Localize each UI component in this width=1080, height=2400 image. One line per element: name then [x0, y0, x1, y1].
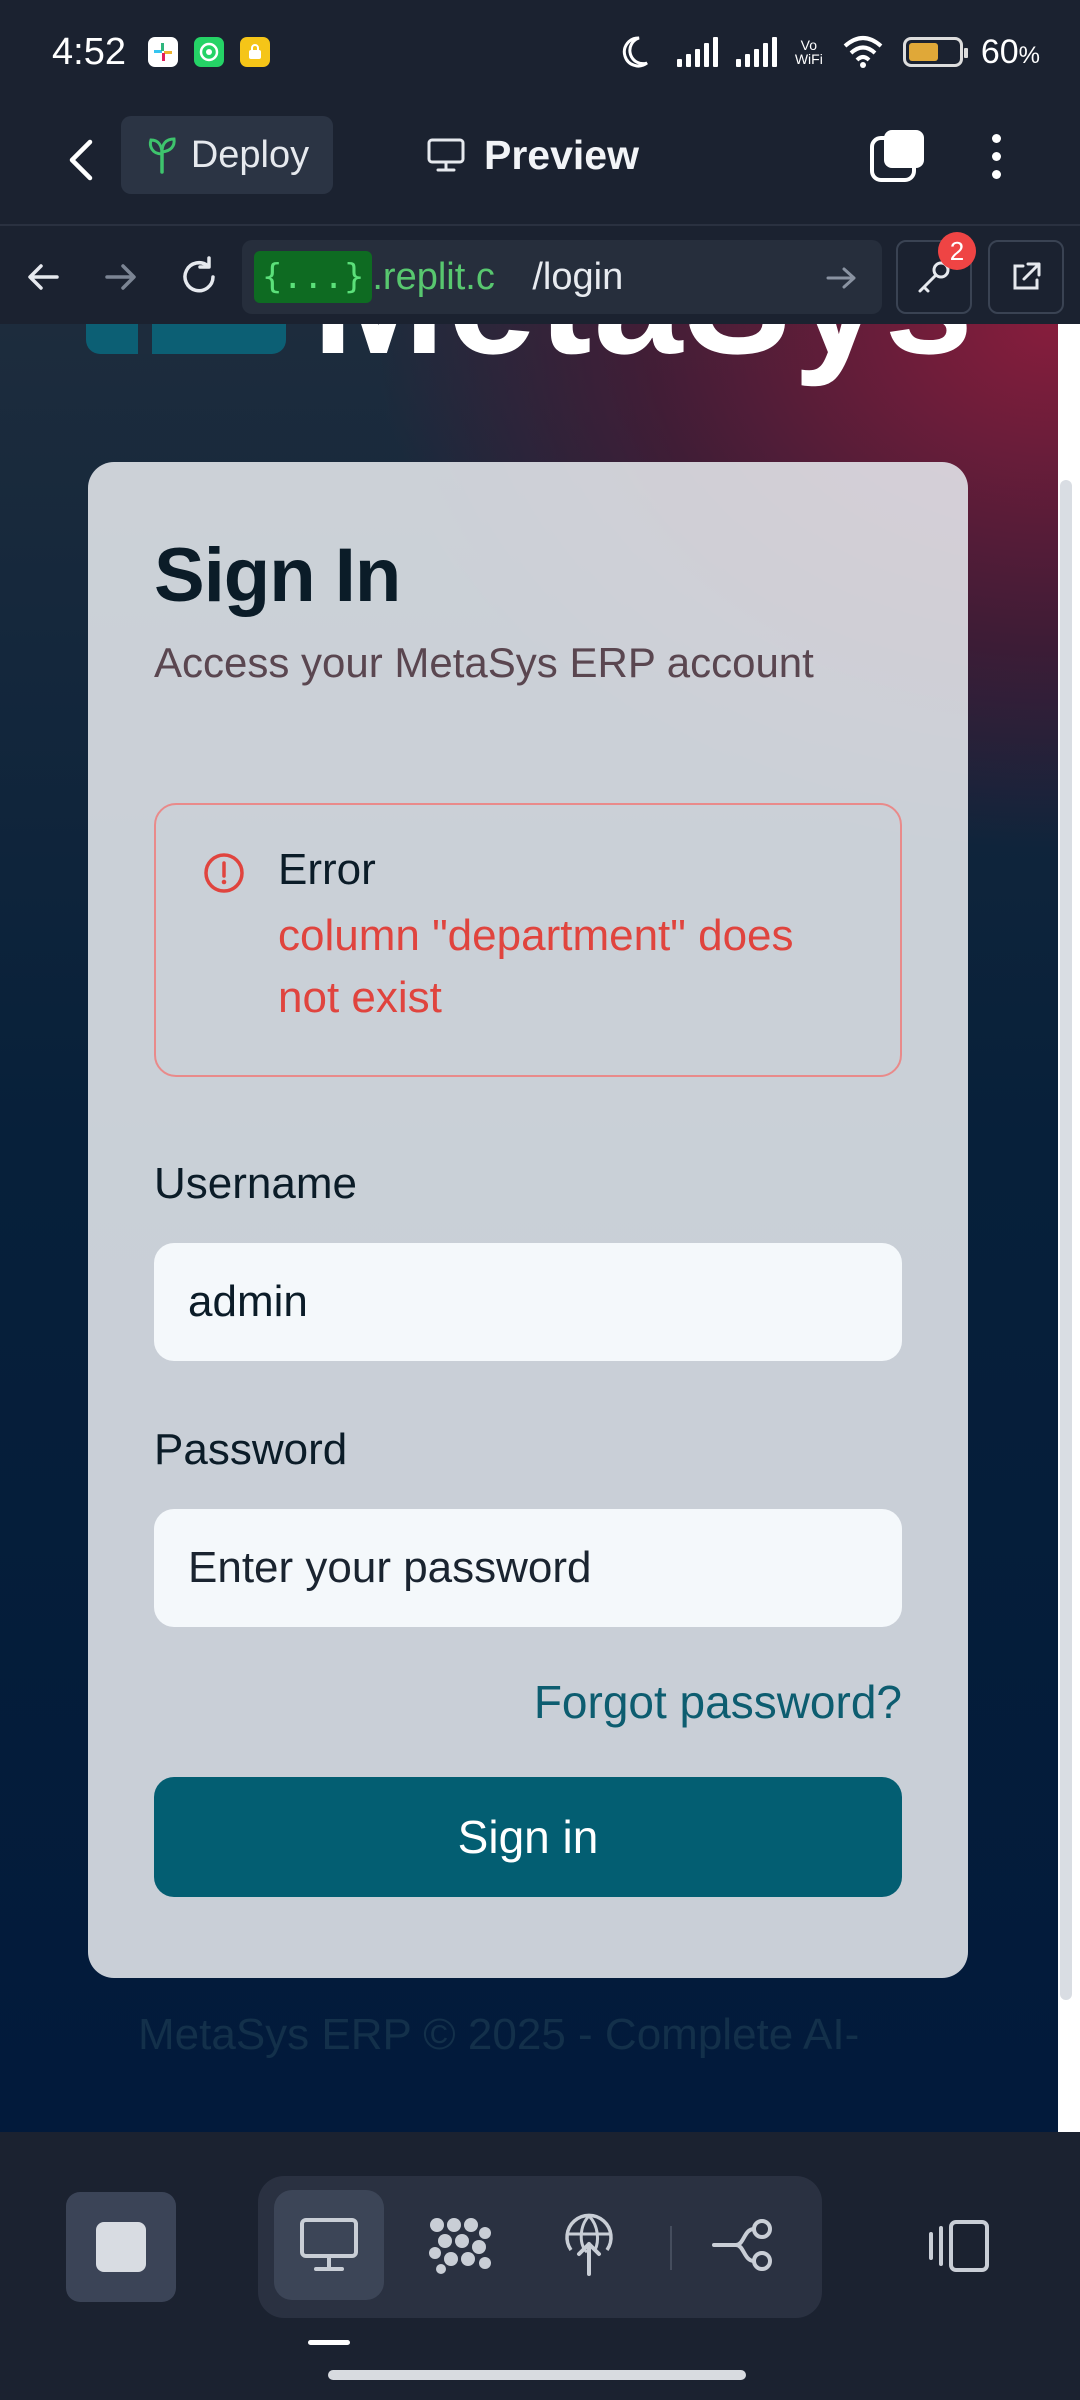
error-alert: Error column "department" does not exist [154, 803, 902, 1077]
secrets-button[interactable]: 2 [896, 232, 976, 314]
tabs-button[interactable] [868, 126, 928, 186]
footer-text: MetaSys ERP © 2025 - Complete AI- [138, 2010, 860, 2059]
web-preview: MetaSys Sign In Access your MetaSys ERP … [0, 324, 1058, 2132]
page-subtitle: Access your MetaSys ERP account [154, 639, 814, 686]
alert-circle-icon [204, 853, 244, 893]
desktop-view-button[interactable] [274, 2190, 384, 2300]
scrollbar-thumb[interactable] [1060, 480, 1072, 2000]
dots-grid-icon [429, 2218, 491, 2274]
battery-icon [902, 37, 968, 67]
signin-button[interactable]: Sign in [154, 1777, 902, 1897]
more-vertical-icon[interactable] [976, 126, 1016, 186]
preview-label: Preview [484, 131, 639, 178]
home-indicator[interactable] [328, 2370, 746, 2380]
tabs-icon [870, 130, 924, 182]
monitor-icon [427, 138, 465, 172]
bottom-toolbar [0, 2132, 1080, 2400]
slack-notification-icon [147, 37, 178, 67]
battery-percent: 60% [980, 32, 1040, 71]
arrow-go-icon[interactable] [822, 258, 862, 298]
status-bar: 4:52 Vo WiFi 60% [0, 0, 1080, 104]
logo-text: MetaSys [312, 324, 975, 390]
active-tab-indicator [308, 2340, 350, 2345]
stop-button[interactable] [66, 2192, 176, 2302]
back-button[interactable] [52, 130, 112, 190]
notification-badge: 2 [938, 232, 976, 270]
git-branch-icon [712, 2219, 772, 2271]
signal-icon [735, 37, 777, 67]
tab-preview[interactable]: Preview [426, 116, 639, 194]
arrow-left-icon [28, 264, 59, 290]
desktop-icon [300, 2218, 358, 2271]
sprout-icon [148, 137, 176, 174]
signal-icon [676, 37, 718, 67]
external-link-icon [1013, 262, 1041, 290]
url-path: /login [532, 255, 624, 298]
deploy-button[interactable]: Deploy [121, 116, 333, 194]
network-upload-icon [565, 2213, 613, 2276]
vowifi-indicator: Vo WiFi [794, 37, 823, 67]
console-button[interactable] [406, 2190, 516, 2300]
back-arrow-icon [69, 139, 93, 181]
deployments-button[interactable] [534, 2190, 644, 2300]
devices-icon [929, 2220, 989, 2272]
url-field[interactable]: {...} .replit.c /login [242, 240, 882, 314]
browser-back-button[interactable] [18, 252, 68, 302]
url-host-mask: {...} [254, 251, 373, 303]
stop-icon [96, 2222, 146, 2272]
device-frame-button[interactable] [920, 2206, 1000, 2286]
view-switcher [258, 2176, 822, 2318]
toolbar-divider [670, 2226, 672, 2270]
page-title: Sign In [154, 533, 401, 618]
reload-icon [183, 256, 215, 293]
arrow-right-icon [105, 264, 136, 290]
reload-button[interactable] [174, 252, 224, 302]
logo-mark [86, 324, 286, 354]
app-notification-icon [239, 37, 270, 67]
wifi-icon [843, 36, 883, 68]
deploy-label: Deploy [190, 133, 310, 176]
url-bar-row: {...} .replit.c /login 2 [0, 224, 1080, 326]
url-domain: .replit.c [372, 255, 495, 298]
workspace-header: Deploy Preview [0, 104, 1080, 224]
git-button[interactable] [688, 2190, 798, 2300]
status-time: 4:52 [52, 30, 126, 73]
password-label: Password [154, 1425, 348, 1474]
password-field[interactable] [154, 1509, 902, 1627]
moon-icon [622, 36, 648, 68]
error-message: column "department" does not exist [278, 911, 794, 1022]
whatsapp-notification-icon [193, 37, 224, 67]
signin-card: Sign In Access your MetaSys ERP account … [88, 462, 968, 1978]
error-title: Error [278, 845, 376, 894]
browser-forward-button[interactable] [96, 252, 146, 302]
open-new-tab-button[interactable] [988, 240, 1064, 314]
url-host: {...} .replit.c [242, 240, 506, 314]
username-field[interactable] [154, 1243, 902, 1361]
username-label: Username [154, 1159, 357, 1208]
forgot-password-link[interactable]: Forgot password? [154, 1675, 902, 1729]
